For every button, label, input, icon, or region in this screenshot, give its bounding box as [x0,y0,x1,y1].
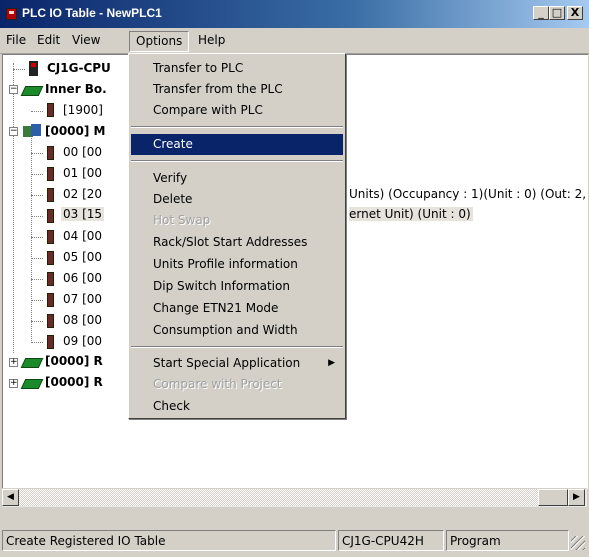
unit-icon [47,188,54,202]
tree-connector [31,216,43,217]
options-dropdown-menu: Transfer to PLC Transfer from the PLC Co… [128,53,346,419]
expand-toggle-icon[interactable]: + [9,358,18,367]
menu-item-create[interactable]: Create [131,134,343,155]
menu-item-dip-switch-info[interactable]: Dip Switch Information [131,276,343,297]
tree-connector [31,237,43,238]
plc-io-table-window: PLC IO Table - NewPLC1 _ □ X File Edit V… [0,0,589,557]
plc-cpu-icon [29,61,38,76]
tree-slot[interactable]: 07 [00 [63,292,102,306]
scroll-thumb[interactable] [538,489,568,506]
horizontal-scrollbar[interactable]: ◀ ▶ [2,488,587,507]
main-rack-icon [23,124,41,138]
plc-app-icon [6,8,17,20]
menu-item-units-profile[interactable]: Units Profile information [131,254,343,275]
scroll-left-icon[interactable]: ◀ [2,489,19,506]
tree-connector [13,63,14,353]
unit-icon [47,272,54,286]
scroll-right-icon[interactable]: ▶ [568,489,585,506]
title-bar[interactable]: PLC IO Table - NewPLC1 _ □ X [0,0,589,28]
unit-icon [47,146,54,160]
rack-icon [20,358,44,368]
inner-board-icon [20,86,44,96]
collapse-toggle-icon[interactable]: − [9,127,18,136]
menu-item-hot-swap[interactable]: Hot Swap [131,210,343,231]
collapse-toggle-icon[interactable]: − [9,85,18,94]
tree-connector [31,195,43,196]
menu-edit[interactable]: Edit [31,31,66,50]
menu-file[interactable]: File [0,31,32,50]
tree-connector [13,69,25,70]
menu-separator [131,346,343,348]
tree-expansion-rack[interactable]: [0000] R [45,354,103,368]
unit-icon [47,209,54,223]
status-bar: Create Registered IO Table CJ1G-CPU42H P… [0,526,589,557]
tree-connector [31,131,32,341]
minimize-button[interactable]: _ [533,6,549,20]
menu-item-transfer-to-plc[interactable]: Transfer to PLC [131,58,343,79]
menu-item-start-special-application[interactable]: Start Special Application ▶ [131,353,343,374]
rack-icon [20,379,44,389]
tree-slot-selected[interactable]: 03 [15 [61,207,105,221]
maximize-button[interactable]: □ [549,6,565,20]
unit-icon [47,293,54,307]
tree-connector [31,342,43,343]
unit-icon [47,230,54,244]
menu-item-check[interactable]: Check [131,396,343,417]
tree-inner-board[interactable]: Inner Bo. [45,82,107,96]
expand-toggle-icon[interactable]: + [9,379,18,388]
menu-separator [131,126,343,128]
menu-item-change-etn21-mode[interactable]: Change ETN21 Mode [131,298,343,319]
tree-slot[interactable]: 00 [00 [63,145,102,159]
menu-options[interactable]: Options [129,31,190,52]
submenu-arrow-icon: ▶ [328,358,335,368]
menu-item-compare-with-project[interactable]: Compare with Project [131,374,343,395]
status-message: Create Registered IO Table [2,530,336,551]
unit-icon [47,314,54,328]
tree-connector [31,111,43,112]
tree-slot[interactable]: 05 [00 [63,250,102,264]
tree-expansion-rack[interactable]: [0000] R [45,375,103,389]
tree-connector [31,321,43,322]
unit-icon [47,167,54,181]
tree-slot[interactable]: 06 [00 [63,271,102,285]
tree-slot[interactable]: 01 [00 [63,166,102,180]
menu-view[interactable]: View [66,31,106,50]
menu-item-label: Start Special Application [153,356,301,370]
unit-icon [47,251,54,265]
menu-item-delete[interactable]: Delete [131,189,343,210]
unit-icon [47,335,54,349]
window-title: PLC IO Table - NewPLC1 [22,6,162,20]
menu-separator [131,160,343,162]
menu-item-consumption-width[interactable]: Consumption and Width [131,320,343,341]
tree-slot-detail: Units) (Occupancy : 1)(Unit : 0) (Out: 2… [349,187,587,201]
tree-connector [31,279,43,280]
menu-help[interactable]: Help [192,31,231,50]
scroll-track[interactable] [19,489,568,506]
tree-connector [31,153,43,154]
tree-main-rack[interactable]: [0000] M [45,124,106,138]
status-cpu-type: CJ1G-CPU42H [338,530,444,551]
tree-slot[interactable]: 08 [00 [63,313,102,327]
tree-connector [31,174,43,175]
resize-grip-icon[interactable] [571,536,585,550]
tree-slot[interactable]: 02 [20 [63,187,102,201]
menu-item-verify[interactable]: Verify [131,168,343,189]
menu-item-transfer-from-plc[interactable]: Transfer from the PLC [131,79,343,100]
menu-item-compare-with-plc[interactable]: Compare with PLC [131,100,343,121]
menu-item-rack-slot-start-addresses[interactable]: Rack/Slot Start Addresses [131,232,343,253]
tree-inner-child[interactable]: [1900] [63,103,103,117]
tree-slot-detail: ernet Unit) (Unit : 0) [349,207,473,221]
tree-root-cpu[interactable]: CJ1G-CPU [47,61,111,75]
tree-connector [31,300,43,301]
tree-connector [31,258,43,259]
close-button[interactable]: X [567,6,583,20]
unit-icon [47,103,54,117]
tree-slot[interactable]: 09 [00 [63,334,102,348]
menu-bar: File Edit View Options Help [0,28,589,54]
tree-slot[interactable]: 04 [00 [63,229,102,243]
status-operating-mode: Program [446,530,569,551]
